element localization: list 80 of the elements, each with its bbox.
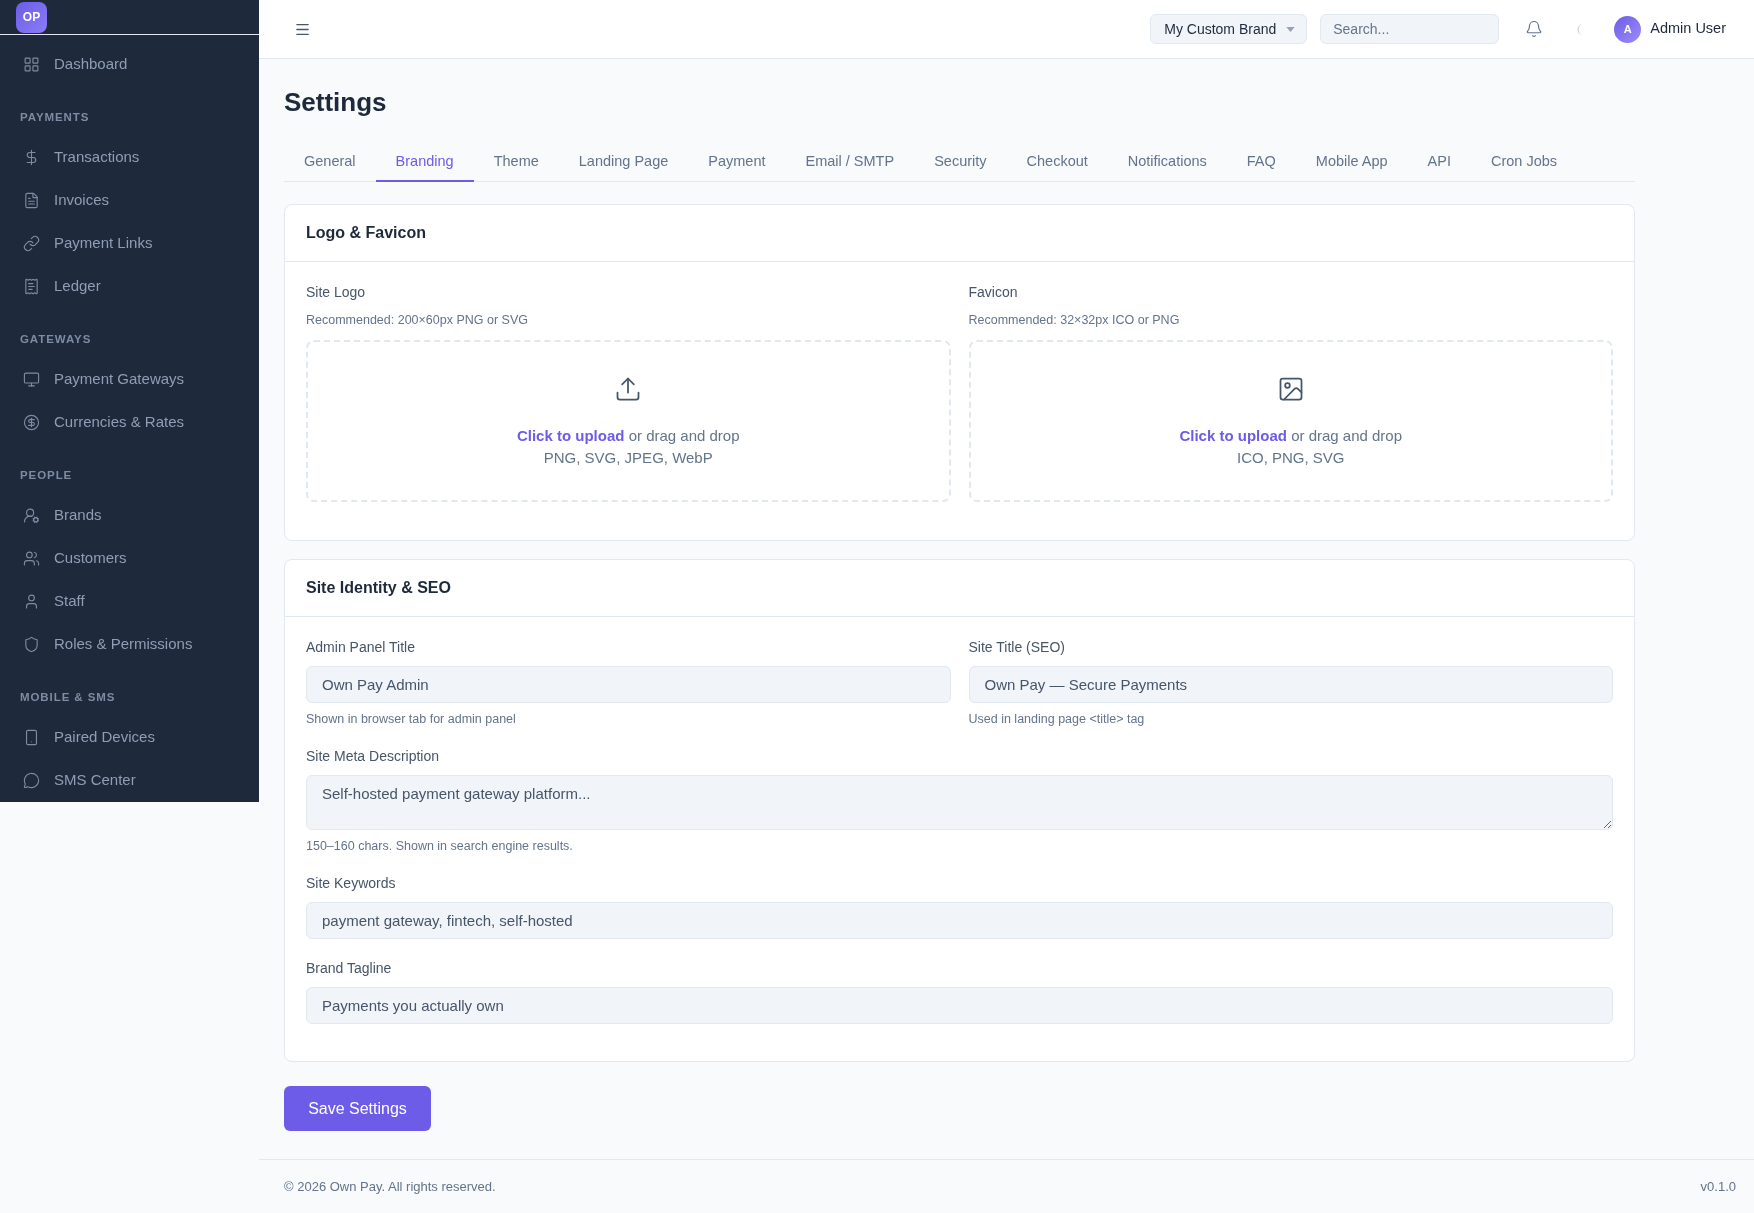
settings-tab[interactable]: Landing Page — [558, 144, 689, 182]
upload-instructions: Click to upload or drag and drop — [1179, 426, 1403, 446]
sidebar-item[interactable]: Payment Links — [0, 222, 259, 265]
phone-icon — [23, 729, 40, 746]
settings-tab[interactable]: FAQ — [1226, 144, 1296, 182]
version-text: v0.1.0 — [1700, 1177, 1736, 1196]
help-text: 150–160 chars. Shown in search engine results. — [306, 838, 574, 854]
settings-tab[interactable]: Mobile App — [1295, 144, 1408, 182]
sidebar-section-heading: PEOPLE — [20, 469, 73, 481]
sidebar-item[interactable]: Staff — [0, 580, 259, 623]
card-title: Logo & Favicon — [306, 223, 426, 243]
hint-text: Recommended: 200×60px PNG or SVG — [306, 312, 529, 328]
file-types: PNG, SVG, JPEG, WebP — [543, 448, 713, 468]
sidebar-item[interactable]: Customers — [0, 537, 259, 580]
shield-icon — [23, 636, 40, 653]
user-icon — [23, 593, 40, 610]
monitor-icon — [23, 371, 40, 388]
bell-icon — [1525, 20, 1544, 38]
receipt-icon — [23, 278, 40, 295]
settings-tab[interactable]: Email / SMTP — [785, 144, 915, 182]
sidebar-item[interactable]: Dashboard — [0, 43, 259, 86]
settings-tab[interactable]: Branding — [375, 144, 474, 182]
settings-tab[interactable]: Theme — [473, 144, 559, 182]
field-label: Favicon — [968, 284, 1019, 300]
field-label: Site Keywords — [306, 875, 397, 891]
settings-tab[interactable]: Security — [914, 144, 1007, 182]
upload-dropzone[interactable]: Click to upload or drag and drop PNG, SVG, JPEG, WebP — [306, 340, 951, 502]
field-label: Admin Panel Title — [306, 639, 416, 655]
logo-badge: OP — [16, 1, 47, 33]
settings-tab[interactable]: General — [284, 144, 376, 182]
text-input[interactable]: payment gateway, fintech, self-hosted — [306, 902, 1613, 939]
upload-link[interactable]: Click to upload — [1179, 427, 1287, 444]
save-button[interactable]: Save Settings — [284, 1086, 431, 1131]
text-input[interactable]: Own Pay Admin — [306, 666, 951, 703]
grid-icon — [23, 56, 40, 73]
sidebar-item[interactable]: Currencies & Rates — [0, 401, 259, 444]
settings-tab[interactable]: Cron Jobs — [1470, 144, 1577, 182]
sidebar-item[interactable]: Brands — [0, 494, 259, 537]
sidebar-section-heading: PAYMENTS — [20, 111, 90, 123]
search-field[interactable]: Search... — [1320, 14, 1500, 44]
sidebar-item[interactable]: Invoices — [0, 179, 259, 222]
user-avatar[interactable]: A — [1614, 15, 1642, 43]
brand-select[interactable]: My Custom Brand — [1150, 14, 1308, 44]
caret-icon — [1286, 26, 1296, 32]
chat-bubble-icon — [23, 772, 40, 789]
textarea-field[interactable]: Self-hosted payment gateway platform... — [306, 775, 1613, 830]
sidebar-item[interactable]: Ledger — [0, 265, 259, 308]
user-gear-icon — [23, 507, 40, 524]
users-icon — [23, 550, 40, 567]
field-label: Brand Tagline — [306, 960, 393, 976]
card-title: Site Identity & SEO — [306, 578, 451, 598]
field-label: Site Meta Description — [306, 748, 441, 764]
copyright-text: © 2026 Own Pay. All rights reserved. — [284, 1177, 496, 1196]
help-text: Shown in browser tab for admin panel — [306, 711, 517, 727]
settings-tab[interactable]: Checkout — [1006, 144, 1108, 182]
upload-instructions: Click to upload or drag and drop — [516, 426, 740, 446]
settings-tab[interactable]: Notifications — [1107, 144, 1227, 182]
link-icon — [23, 235, 40, 252]
sidebar-section-heading: MOBILE & SMS — [20, 691, 116, 703]
text-input[interactable]: Own Pay — Secure Payments — [968, 666, 1613, 703]
field-label: Site Logo — [306, 284, 367, 300]
user-name: Admin User — [1650, 19, 1726, 39]
sidebar-item[interactable]: Payment Gateways — [0, 358, 259, 401]
text-input[interactable]: Payments you actually own — [306, 987, 1613, 1024]
upload-link[interactable]: Click to upload — [516, 427, 625, 444]
help-text: Used in landing page <title> tag — [968, 711, 1146, 727]
sidebar-item[interactable]: SMS Center — [0, 759, 259, 802]
hint-text: Recommended: 32×32px ICO or PNG — [968, 312, 1181, 328]
page-title: Settings — [284, 86, 388, 118]
settings-tab[interactable]: API — [1407, 144, 1471, 182]
document-icon — [23, 192, 40, 209]
upload-dropzone[interactable]: Click to upload or drag and drop ICO, PNG, SVG — [968, 340, 1613, 502]
settings-tab[interactable]: Payment — [688, 144, 786, 182]
sidebar-item[interactable]: Paired Devices — [0, 716, 259, 759]
sidebar-item[interactable]: Roles & Permissions — [0, 623, 259, 666]
dollar-circle-icon — [23, 414, 40, 431]
file-types: ICO, PNG, SVG — [1237, 448, 1345, 468]
field-label: Site Title (SEO) — [968, 639, 1066, 655]
sidebar-item[interactable]: Transactions — [0, 136, 259, 179]
sidebar-section-heading: GATEWAYS — [20, 333, 92, 345]
